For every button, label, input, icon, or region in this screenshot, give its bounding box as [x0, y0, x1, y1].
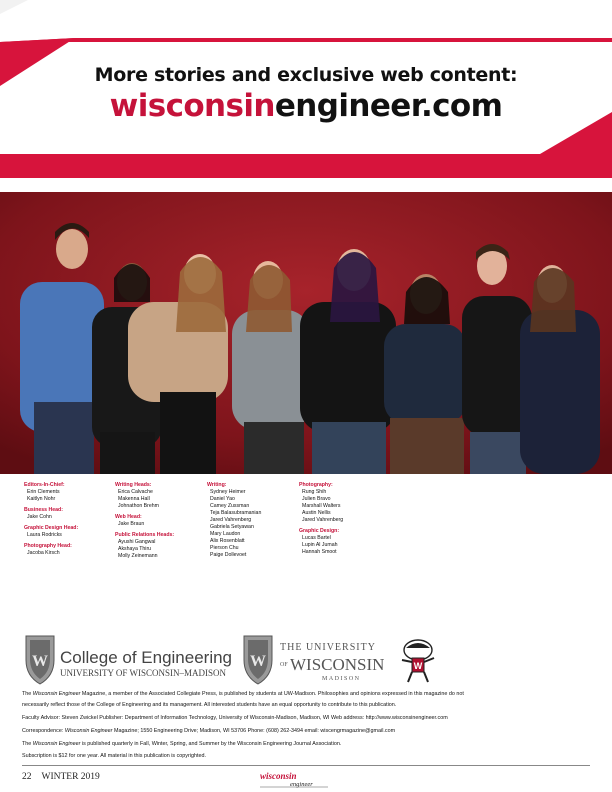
staff-name: Laura Rodricks	[27, 532, 62, 538]
staff-column-1: Editors-In-Chief: Erin Clements Kaitlyn No…	[24, 482, 78, 561]
website-link[interactable]: wisconsinengineer.com	[0, 88, 612, 124]
staff-name: Lupin Al Jumah	[302, 542, 338, 548]
staff-name: Jacoba Kirsch	[27, 550, 60, 556]
staff-name: Marshall Walters	[302, 503, 341, 509]
staff-name: Makenna Hall	[118, 496, 150, 502]
staff-role-heading: Photography Head:	[24, 543, 72, 549]
svg-text:W: W	[250, 653, 266, 670]
staff-name: Julien Bravo	[302, 496, 331, 502]
masthead-paragraph-1b: necessarily reflect those of the College…	[22, 702, 397, 708]
staff-column-4: Photography: Rung Shih Julien Bravo Mars…	[299, 482, 343, 560]
svg-text:wisconsin: wisconsin	[260, 771, 297, 781]
staff-name: Hannah Smoot	[302, 549, 337, 555]
wisconsin-engineer-wordmark: wisconsin engineer	[260, 771, 328, 788]
correspondence-line: Correspondence: Wisconsin Engineer Magaz…	[22, 728, 396, 734]
staff-role-heading: Business Head:	[24, 507, 63, 513]
staff-name: Johnathon Brehm	[118, 503, 159, 509]
staff-name: Austin Nellis	[302, 510, 331, 516]
staff-role-heading: Photography:	[299, 482, 333, 488]
staff-name: Teja Balasubramanian	[210, 510, 262, 516]
staff-role-heading: Public Relations Heads:	[115, 532, 175, 538]
staff-name: Jake Braun	[118, 521, 145, 527]
staff-name: Rung Shih	[302, 489, 327, 495]
publication-schedule-line: The Wisconsin Engineer is published quar…	[22, 741, 342, 747]
issue-label: WINTER 2019	[41, 772, 100, 782]
coe-logo-line2: UNIVERSITY OF WISCONSIN–MADISON	[60, 668, 227, 678]
uw-logo-line2: WISCONSIN	[290, 655, 384, 674]
subscription-line: Subscription is $12 for one year. All ma…	[22, 753, 206, 759]
uw-logo-line3: MADISON	[322, 676, 361, 682]
staff-role-heading: Graphic Design:	[299, 528, 340, 534]
page-folio: 22 WINTER 2019	[22, 772, 100, 782]
staff-name: Erica Calvache	[118, 489, 153, 495]
sponsor-logos: W College of Engineering UNIVERSITY OF W…	[25, 635, 435, 685]
staff-name: Lucas Bartel	[302, 535, 331, 541]
staff-name: Jared Vahrenberg	[210, 517, 252, 523]
staff-name: Erin Clements	[27, 489, 60, 495]
website-link-part1[interactable]: wisconsin	[110, 88, 276, 124]
staff-name: Pierson Chu	[210, 545, 239, 551]
staff-role-heading: Editors-In-Chief:	[24, 482, 65, 488]
staff-name: Alix Rosenblatt	[210, 538, 245, 544]
staff-role-heading: Writing Heads:	[115, 482, 152, 488]
staff-name: Jake Cohn	[27, 514, 52, 520]
staff-column-2: Writing Heads: Erica Calvache Makenna Hall…	[115, 482, 174, 564]
badger-mascot-icon: W	[401, 639, 435, 683]
staff-role-heading: Graphic Design Head:	[24, 525, 79, 531]
staff-name: Kaitlyn Nohr	[27, 496, 56, 502]
page-number: 22	[22, 772, 32, 782]
staff-group-photo	[0, 192, 612, 474]
staff-role-heading: Web Head:	[115, 514, 142, 520]
uw-logo-line1: THE UNIVERSITY	[280, 642, 376, 653]
staff-name: Mary Laudon	[210, 531, 241, 537]
staff-name: Paige Dollevoet	[210, 552, 247, 558]
uw-logo-of: OF	[280, 662, 288, 668]
staff-name: Gabriela Setyawan	[210, 524, 254, 530]
staff-name: Jared Vahrenberg	[302, 517, 344, 523]
website-link-part2[interactable]: engineer.com	[275, 88, 503, 124]
university-crest-icon: W	[243, 635, 273, 685]
staff-column-3: Writing: Sydney Heimer Daniel Yao Camey …	[207, 482, 261, 563]
faculty-advisor-line: Faculty Advisor: Steven Zwickel Publishe…	[22, 715, 448, 721]
staff-name: Akshaya Thiru	[118, 546, 152, 552]
staff-name: Daniel Yao	[210, 496, 235, 502]
staff-name: Ayushi Gangwal	[118, 539, 156, 545]
footer-rule	[22, 765, 590, 766]
svg-text:W: W	[32, 653, 48, 670]
svg-text:W: W	[414, 661, 423, 671]
engineering-crest-icon: W	[25, 635, 55, 685]
coe-logo-line1: College of Engineering	[60, 648, 232, 667]
staff-name: Molly Zeinemann	[118, 553, 158, 559]
staff-role-heading: Writing:	[207, 482, 227, 488]
masthead-paragraph-1: The Wisconsin Engineer Magazine, a membe…	[22, 691, 464, 697]
staff-name: Camey Zussman	[210, 503, 250, 509]
banner-title: More stories and exclusive web content:	[94, 64, 518, 86]
staff-name: Sydney Heimer	[210, 489, 246, 495]
